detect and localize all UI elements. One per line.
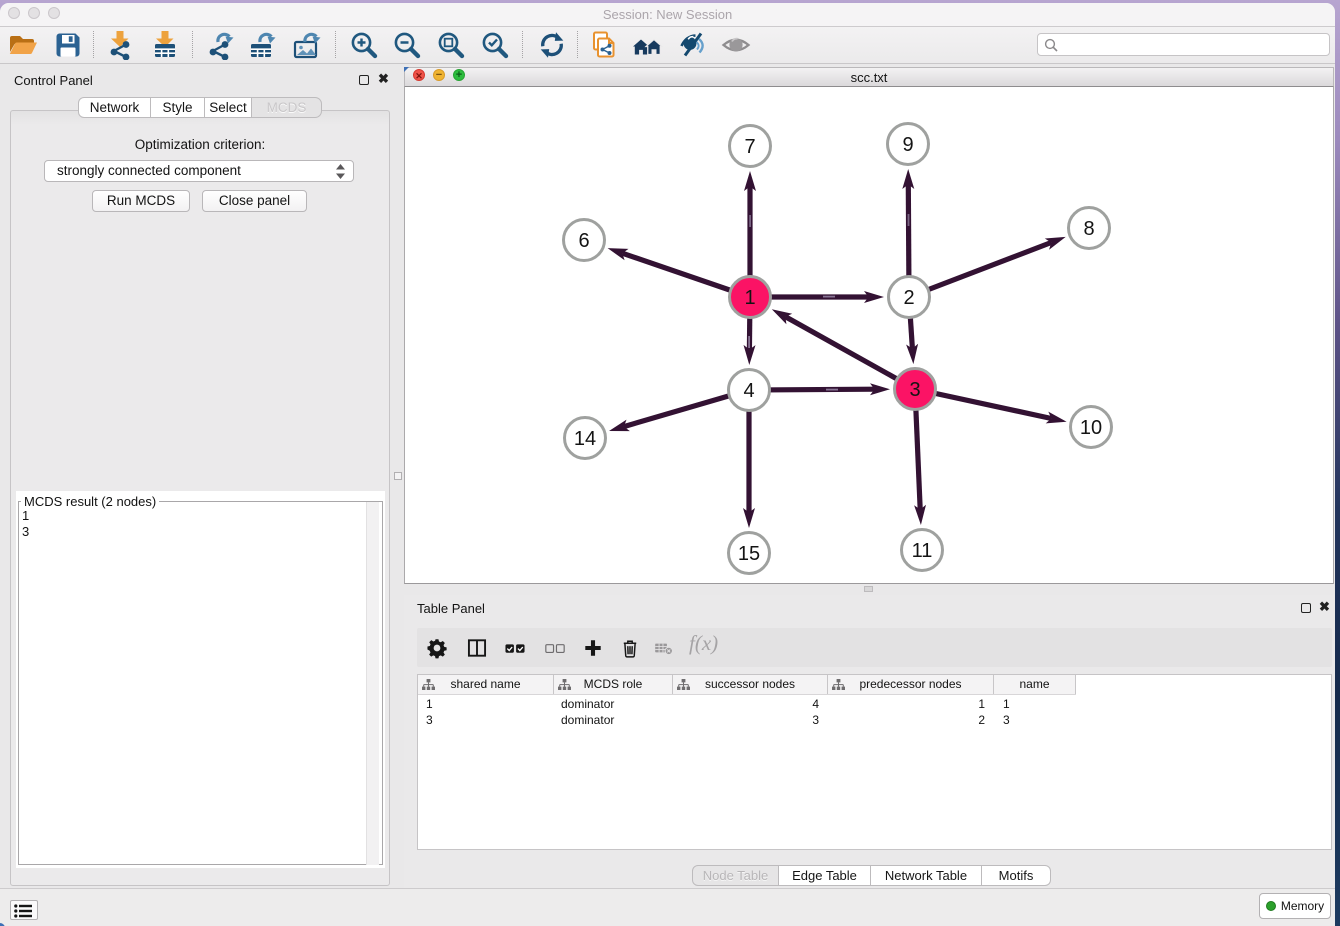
svg-text:15: 15 [738, 543, 760, 565]
svg-text:8: 8 [1083, 218, 1094, 240]
svg-text:1: 1 [744, 287, 755, 309]
svg-text:7: 7 [744, 136, 755, 158]
svg-text:3: 3 [909, 379, 920, 401]
svg-text:2: 2 [903, 287, 914, 309]
svg-text:11: 11 [912, 540, 933, 562]
svg-text:6: 6 [578, 230, 589, 252]
svg-text:9: 9 [902, 134, 913, 156]
svg-text:10: 10 [1080, 417, 1102, 439]
svg-text:4: 4 [743, 380, 754, 402]
svg-text:14: 14 [574, 428, 596, 450]
